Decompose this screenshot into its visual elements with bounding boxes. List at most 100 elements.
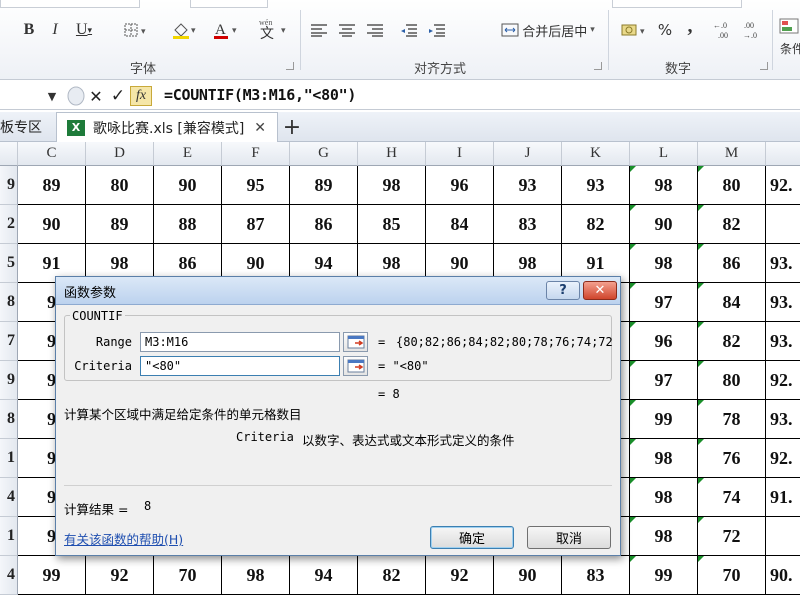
range-input[interactable]: M3:M16 [140, 332, 340, 352]
alignment-dialog-launcher-icon[interactable] [594, 62, 602, 70]
underline-button[interactable]: U ▾ [72, 18, 96, 42]
table-cell[interactable]: 99 [18, 556, 86, 595]
table-cell[interactable]: 93 [562, 166, 630, 205]
table-cell[interactable]: 70 [698, 556, 766, 595]
phonetic-button[interactable]: wén 文 ▾ [256, 16, 292, 41]
row-header[interactable]: 4 [0, 556, 18, 595]
enter-formula-icon[interactable]: ✓ [108, 86, 128, 106]
ok-button[interactable]: 确定 [430, 526, 514, 549]
formula-bar-grip-icon[interactable] [66, 86, 86, 106]
table-cell[interactable]: 98 [358, 166, 426, 205]
align-left-button[interactable] [308, 18, 330, 42]
font-color-button[interactable]: A ▾ [210, 18, 244, 42]
dialog-help-button[interactable]: ? [546, 281, 580, 300]
row-header[interactable]: 9 [0, 361, 18, 400]
table-cell[interactable] [766, 205, 800, 244]
table-cell[interactable]: 92. [766, 439, 800, 478]
cancel-formula-icon[interactable]: ✕ [86, 86, 106, 106]
table-cell[interactable]: 82 [698, 322, 766, 361]
criteria-collapse-button[interactable] [343, 356, 368, 376]
table-cell[interactable]: 95 [222, 166, 290, 205]
column-header[interactable]: E [154, 142, 222, 166]
row-header[interactable]: 9 [0, 166, 18, 205]
fill-color-button[interactable]: ▾ [168, 18, 202, 42]
table-cell[interactable]: 90 [494, 556, 562, 595]
table-cell[interactable]: 96 [630, 322, 698, 361]
table-cell[interactable]: 80 [86, 166, 154, 205]
cancel-button[interactable]: 取消 [527, 526, 611, 549]
table-cell[interactable]: 86 [698, 244, 766, 283]
align-center-button[interactable] [336, 18, 358, 42]
row-header[interactable]: 1 [0, 517, 18, 556]
table-cell[interactable] [766, 517, 800, 556]
column-header[interactable]: D [86, 142, 154, 166]
table-cell[interactable]: 88 [154, 205, 222, 244]
table-cell[interactable]: 89 [86, 205, 154, 244]
dialog-close-button[interactable]: ✕ [583, 281, 617, 300]
align-right-button[interactable] [364, 18, 386, 42]
table-cell[interactable]: 80 [698, 166, 766, 205]
table-cell[interactable]: 82 [698, 205, 766, 244]
table-cell[interactable]: 78 [698, 400, 766, 439]
column-header[interactable]: J [494, 142, 562, 166]
row-header[interactable]: 7 [0, 322, 18, 361]
table-cell[interactable]: 98 [630, 439, 698, 478]
bold-button[interactable]: B [20, 18, 38, 42]
table-cell[interactable]: 84 [698, 283, 766, 322]
table-cell[interactable]: 72 [698, 517, 766, 556]
row-header[interactable]: 2 [0, 205, 18, 244]
close-tab-icon[interactable]: ✕ [254, 120, 266, 136]
column-header[interactable]: M [698, 142, 766, 166]
table-cell[interactable]: 90. [766, 556, 800, 595]
table-cell[interactable]: 70 [154, 556, 222, 595]
table-cell[interactable]: 99 [630, 556, 698, 595]
column-header[interactable]: I [426, 142, 494, 166]
table-cell[interactable]: 93 [494, 166, 562, 205]
row-header[interactable]: 8 [0, 400, 18, 439]
table-cell[interactable]: 93. [766, 283, 800, 322]
table-cell[interactable]: 90 [630, 205, 698, 244]
table-cell[interactable]: 82 [358, 556, 426, 595]
table-cell[interactable]: 74 [698, 478, 766, 517]
table-cell[interactable]: 97 [630, 283, 698, 322]
table-cell[interactable]: 90 [18, 205, 86, 244]
table-cell[interactable]: 91. [766, 478, 800, 517]
column-header[interactable]: G [290, 142, 358, 166]
decrease-decimal-button[interactable]: .00 →.0 [742, 18, 768, 42]
table-cell[interactable]: 98 [630, 478, 698, 517]
column-header[interactable]: K [562, 142, 630, 166]
table-cell[interactable]: 99 [630, 400, 698, 439]
tab-workbook-active[interactable]: X 歌咏比赛.xls [兼容模式] ✕ [56, 112, 278, 142]
border-button[interactable]: ▾ [120, 18, 154, 42]
table-cell[interactable]: 87 [222, 205, 290, 244]
row-header[interactable]: 1 [0, 439, 18, 478]
insert-function-icon[interactable]: fx [130, 86, 152, 106]
merge-center-button[interactable]: 合并后居中 ▾ [496, 18, 600, 42]
italic-button[interactable]: I [46, 18, 64, 42]
formula-input[interactable]: =COUNTIF(M3:M16,"<80") [164, 86, 356, 104]
table-cell[interactable]: 80 [698, 361, 766, 400]
decrease-indent-button[interactable] [398, 18, 420, 42]
criteria-input[interactable]: "<80" [140, 356, 340, 376]
table-cell[interactable]: 85 [358, 205, 426, 244]
row-header[interactable]: 8 [0, 283, 18, 322]
increase-indent-button[interactable] [426, 18, 448, 42]
table-cell[interactable]: 90 [154, 166, 222, 205]
new-tab-button[interactable]: + [282, 112, 302, 142]
number-dialog-launcher-icon[interactable] [760, 62, 768, 70]
column-header[interactable] [766, 142, 800, 166]
increase-decimal-button[interactable]: ←.0.00 [712, 18, 738, 42]
table-cell[interactable]: 98 [630, 166, 698, 205]
dialog-title-bar[interactable]: 函数参数 ? ✕ [56, 277, 620, 305]
row-header[interactable]: 5 [0, 244, 18, 283]
table-cell[interactable]: 94 [290, 556, 358, 595]
column-header[interactable]: C [18, 142, 86, 166]
font-dialog-launcher-icon[interactable] [286, 62, 294, 70]
table-cell[interactable]: 93. [766, 322, 800, 361]
tab-template-zone[interactable]: 板专区 [0, 112, 48, 142]
table-cell[interactable]: 98 [630, 517, 698, 556]
table-cell[interactable]: 98 [222, 556, 290, 595]
conditional-format-button[interactable] [778, 14, 800, 38]
table-cell[interactable]: 92 [426, 556, 494, 595]
table-cell[interactable]: 98 [630, 244, 698, 283]
